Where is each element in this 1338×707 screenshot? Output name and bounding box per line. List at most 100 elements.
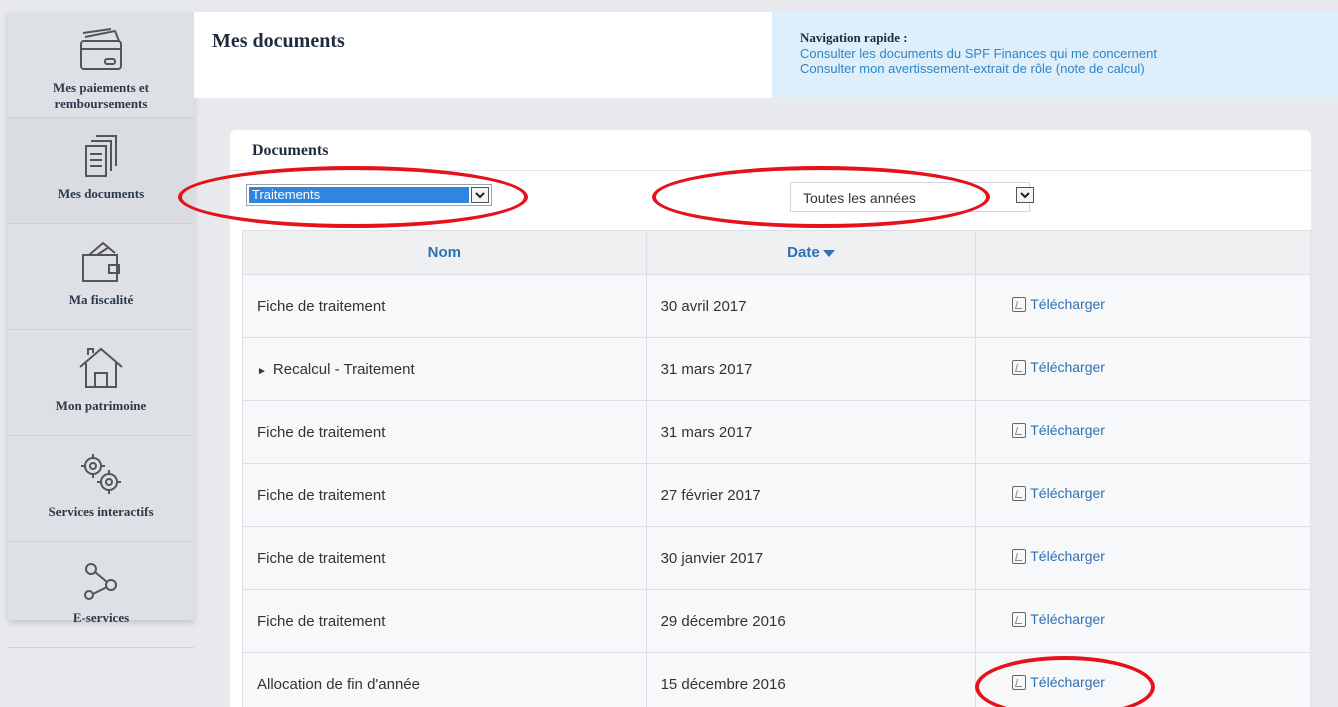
page-header: Mes documents Navigation rapide : Consul…	[194, 12, 1338, 98]
cell-name: Fiche de traitement	[242, 400, 647, 464]
cell-download: Télécharger	[975, 463, 1311, 527]
cell-name[interactable]: ► Recalcul - Traitement	[242, 337, 647, 401]
table-row: ► Recalcul - Traitement 31 mars 2017 Téléch…	[242, 337, 1311, 401]
page-title: Mes documents	[212, 30, 345, 52]
document-date: 29 décembre 2016	[660, 612, 786, 630]
cell-download: Télécharger	[975, 589, 1311, 653]
document-name: Fiche de traitement	[257, 549, 386, 567]
download-label: Télécharger	[1030, 611, 1105, 628]
download-label: Télécharger	[1030, 422, 1105, 439]
quicknav-title: Navigation rapide :	[800, 30, 908, 45]
table-row: Allocation de fin d'année 15 décembre 201…	[242, 652, 1311, 707]
sidebar-item-documents[interactable]: Mes documents	[8, 118, 194, 224]
download-link[interactable]: Télécharger	[1012, 422, 1105, 438]
cell-date: 15 décembre 2016	[645, 652, 977, 707]
sidebar-item-label: E-services	[72, 610, 130, 625]
credit-card-icon	[71, 22, 131, 78]
cell-download: Télécharger	[975, 337, 1311, 401]
cell-name: Fiche de traitement	[242, 589, 647, 653]
cell-name: Fiche de traitement	[242, 526, 647, 590]
sidebar-item-paiements[interactable]: Mes paiements et remboursements	[8, 12, 194, 118]
table-header-row: Nom Date	[242, 230, 1311, 275]
sidebar-item-label: Mon patrimoine	[55, 398, 147, 413]
sidebar-item-patrimoine[interactable]: Mon patrimoine	[8, 330, 194, 436]
download-link[interactable]: Télécharger	[1012, 674, 1105, 690]
sidebar-item-label: Mes documents	[57, 186, 145, 201]
cell-download: Télécharger	[975, 526, 1311, 590]
download-label: Télécharger	[1030, 548, 1105, 565]
download-link[interactable]: Télécharger	[1012, 485, 1105, 501]
column-header-label: Nom	[427, 244, 461, 261]
document-name: Fiche de traitement	[257, 297, 386, 315]
quicknav-link-documents[interactable]: Consulter les documents du SPF Finances …	[800, 46, 1338, 61]
table-row: Fiche de traitement 30 avril 2017 Téléchar…	[242, 274, 1311, 338]
card-divider	[230, 170, 1311, 171]
download-link[interactable]: Télécharger	[1012, 611, 1105, 627]
quick-navigation: Navigation rapide : Consulter les docume…	[772, 12, 1338, 98]
column-header-name[interactable]: Nom	[242, 230, 647, 275]
column-header-action	[975, 230, 1311, 275]
pdf-icon	[1012, 359, 1027, 375]
year-select[interactable]: Toutes les années	[790, 182, 1030, 212]
pdf-icon	[1012, 296, 1027, 312]
sidebar-item-label: Mes paiements et remboursements	[52, 80, 150, 111]
document-name: Fiche de traitement	[257, 423, 386, 441]
chevron-down-icon[interactable]	[1016, 187, 1034, 203]
sidebar-item-label: Ma fiscalité	[68, 292, 134, 307]
cell-date: 31 mars 2017	[645, 337, 977, 401]
document-name: Recalcul - Traitement	[272, 360, 415, 378]
download-label: Télécharger	[1030, 359, 1105, 376]
document-date: 30 janvier 2017	[660, 549, 764, 567]
download-link[interactable]: Télécharger	[1012, 548, 1105, 564]
document-type-select[interactable]: Traitements	[246, 184, 492, 206]
cell-name: Fiche de traitement	[242, 274, 647, 338]
pdf-icon	[1012, 485, 1027, 501]
cell-download: Télécharger	[975, 652, 1311, 707]
download-label: Télécharger	[1030, 485, 1105, 502]
sidebar-item-fiscalite[interactable]: Ma fiscalité	[8, 224, 194, 330]
document-date: 30 avril 2017	[660, 297, 747, 315]
expand-arrow-icon[interactable]: ►	[257, 366, 267, 377]
quicknav-link-avertissement[interactable]: Consulter mon avertissement-extrait de r…	[800, 61, 1338, 76]
sidebar-item-eservices[interactable]: E-services	[8, 542, 194, 648]
cell-download: Télécharger	[975, 400, 1311, 464]
document-name: Fiche de traitement	[257, 486, 386, 504]
documents-card: Documents Traitements Toutes les années …	[230, 130, 1311, 707]
cell-date: 30 avril 2017	[645, 274, 977, 338]
house-icon	[71, 340, 131, 396]
column-header-date[interactable]: Date	[645, 230, 977, 275]
gears-icon	[71, 446, 131, 502]
download-label: Télécharger	[1030, 674, 1105, 691]
pdf-icon	[1012, 674, 1027, 690]
download-link[interactable]: Télécharger	[1012, 359, 1105, 375]
documents-table: Nom Date Fiche de traitement 30 avril 201…	[242, 230, 1311, 707]
card-title: Documents	[252, 142, 329, 159]
cell-date: 29 décembre 2016	[645, 589, 977, 653]
sidebar-item-services[interactable]: Services interactifs	[8, 436, 194, 542]
cell-date: 30 janvier 2017	[645, 526, 977, 590]
cell-name: Allocation de fin d'année	[242, 652, 647, 707]
document-date: 31 mars 2017	[660, 360, 753, 378]
table-row: Fiche de traitement 31 mars 2017 Télécharg…	[242, 400, 1311, 464]
document-type-value: Traitements	[249, 187, 469, 203]
download-link[interactable]: Télécharger	[1012, 296, 1105, 312]
document-date: 27 février 2017	[660, 486, 761, 504]
document-name: Allocation de fin d'année	[257, 675, 420, 693]
pdf-icon	[1012, 611, 1027, 627]
table-row: Fiche de traitement 30 janvier 2017 Téléch…	[242, 526, 1311, 590]
sidebar-item-label: Services interactifs	[48, 504, 154, 519]
documents-icon	[71, 128, 131, 184]
sort-desc-icon	[822, 249, 835, 257]
download-label: Télécharger	[1030, 296, 1105, 313]
cell-date: 27 février 2017	[645, 463, 977, 527]
sidebar: Mes paiements et remboursements Mes docu…	[8, 12, 194, 648]
wallet-icon	[71, 234, 131, 290]
cell-download: Télécharger	[975, 274, 1311, 338]
cell-name: Fiche de traitement	[242, 463, 647, 527]
pdf-icon	[1012, 548, 1027, 564]
chevron-down-icon[interactable]	[471, 187, 489, 203]
document-name: Fiche de traitement	[257, 612, 386, 630]
cell-date: 31 mars 2017	[645, 400, 977, 464]
table-row: Fiche de traitement 29 décembre 2016 Téléc…	[242, 589, 1311, 653]
document-date: 15 décembre 2016	[660, 675, 786, 693]
